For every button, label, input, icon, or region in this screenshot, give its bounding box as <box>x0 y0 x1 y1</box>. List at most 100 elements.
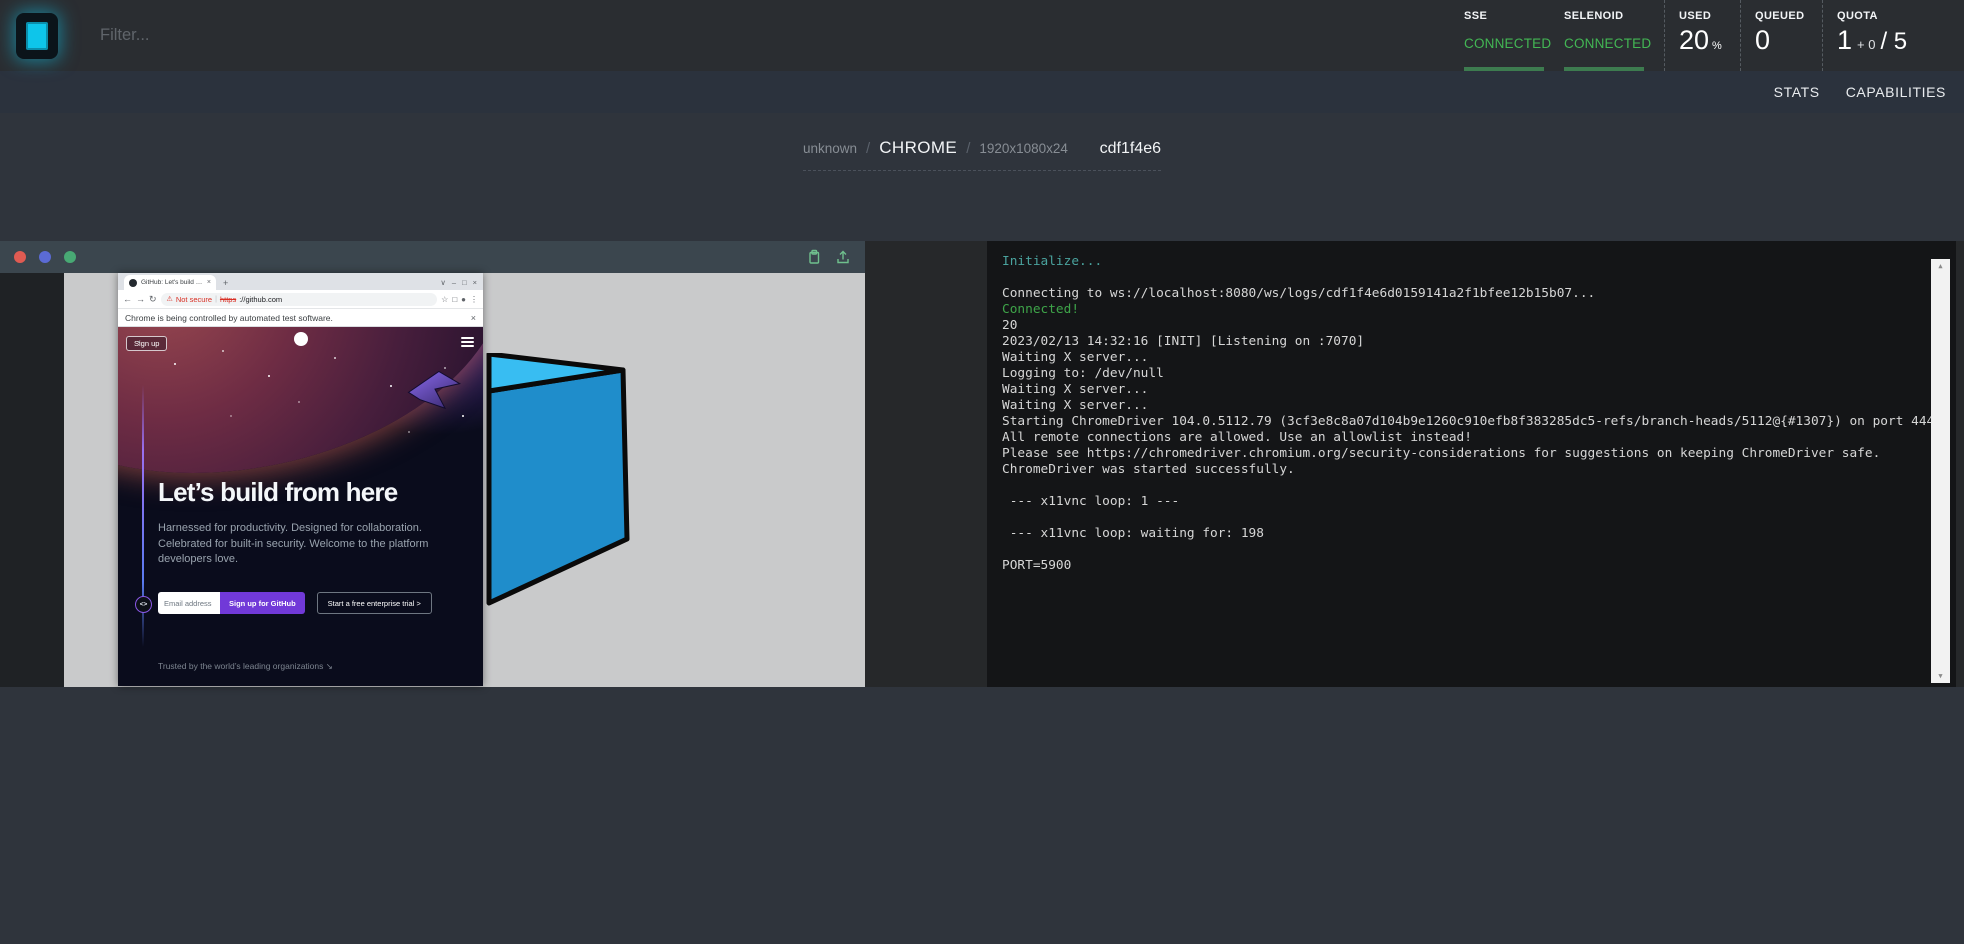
queued-value: 0 <box>1755 25 1770 56</box>
url-divider: | <box>215 296 217 303</box>
session-log-panel: Initialize... Connecting to ws://localho… <box>987 241 1956 687</box>
status-label: SSE <box>1464 10 1550 22</box>
github-favicon <box>129 279 137 287</box>
window-minimize-icon[interactable]: – <box>452 278 456 287</box>
tab-title: GitHub: Let's build from he... <box>141 279 203 286</box>
status-area: SSE CONNECTED SELENOID CONNECTED USED 20… <box>1450 0 1950 71</box>
log-line: Please see https://chromedriver.chromium… <box>1002 446 1908 462</box>
log-line: Logging to: /dev/null <box>1002 366 1908 382</box>
log-line <box>1002 270 1908 286</box>
selenoid-connection-status: CONNECTED <box>1564 36 1664 51</box>
tab-capabilities[interactable]: CAPABILITIES <box>1846 84 1946 100</box>
github-logo[interactable] <box>294 332 308 346</box>
automation-infobar: Chrome is being controlled by automated … <box>118 309 483 327</box>
separator: / <box>866 140 870 157</box>
enterprise-trial-button[interactable]: Start a free enterprise trial > <box>317 592 432 614</box>
scroll-down-icon[interactable]: ▼ <box>1938 669 1942 683</box>
session-header[interactable]: unknown / CHROME / 1920x1080x24 cdf1f4e6 <box>803 138 1161 171</box>
log-line <box>1002 510 1908 526</box>
reload-icon[interactable]: ↻ <box>149 294 157 305</box>
sse-status-underline <box>1464 67 1544 71</box>
new-tab-button[interactable]: + <box>223 278 228 288</box>
log-scrollbar[interactable]: ▲ ▼ <box>1931 259 1950 683</box>
quota-pending: + 0 <box>1857 37 1875 52</box>
scroll-up-icon[interactable]: ▲ <box>1938 259 1942 273</box>
status-selenoid: SELENOID CONNECTED <box>1550 0 1664 71</box>
tab-switcher-icon[interactable]: □ <box>452 295 457 304</box>
hero-tagline: Harnessed for productivity. Designed for… <box>158 521 460 568</box>
github-page: Sign up Let’s build from here Harnessed … <box>118 327 483 686</box>
log-line: All remote connections are allowed. Use … <box>1002 430 1908 446</box>
status-quota: QUOTA 1 + 0 / 5 <box>1822 0 1950 71</box>
hamburger-menu-icon[interactable] <box>461 337 474 347</box>
infobar-message: Chrome is being controlled by automated … <box>125 313 333 323</box>
copy-clipboard-icon[interactable] <box>806 249 822 265</box>
signup-chip[interactable]: Sign up <box>126 336 167 351</box>
status-label: USED <box>1679 10 1740 22</box>
view-navbar: STATS CAPABILITIES <box>0 71 1964 113</box>
session-id: cdf1f4e6 <box>1100 140 1161 158</box>
not-secure-label: Not secure <box>176 295 212 304</box>
not-secure-warning-icon: ⚠ <box>167 295 173 303</box>
status-used: USED 20 % <box>1664 0 1740 71</box>
status-label: SELENOID <box>1564 10 1664 22</box>
log-lines: Initialize... Connecting to ws://localho… <box>1002 254 1908 574</box>
hero-headline: Let’s build from here <box>158 477 397 507</box>
vnc-titlebar <box>0 241 865 273</box>
log-line: Waiting X server... <box>1002 382 1908 398</box>
session-resolution: 1920x1080x24 <box>979 141 1068 156</box>
separator: / <box>966 140 970 157</box>
log-line: 2023/02/13 14:32:16 [INIT] [Listening on… <box>1002 334 1908 350</box>
logo-square-icon <box>26 22 48 50</box>
email-input[interactable] <box>158 592 220 614</box>
url-scheme-struck: https <box>220 295 236 304</box>
selenoid-ui-app: SSE CONNECTED SELENOID CONNECTED USED 20… <box>0 0 1964 944</box>
address-bar[interactable]: ⚠ Not secure | https ://github.com <box>161 293 438 306</box>
log-line: Connected! <box>1002 302 1908 318</box>
spaceship-graphic <box>405 366 463 411</box>
tab-stats[interactable]: STATS <box>1774 84 1820 100</box>
used-percent-value: 20 <box>1679 25 1709 56</box>
app-logo[interactable] <box>16 13 58 59</box>
infobar-close-icon[interactable]: × <box>471 313 476 323</box>
browser-toolbar: ← → ↻ ⚠ Not secure | https ://github.com… <box>118 290 483 309</box>
sse-connection-status: CONNECTED <box>1464 36 1550 51</box>
bookmark-star-icon[interactable]: ☆ <box>441 295 448 304</box>
status-queued: QUEUED 0 <box>1740 0 1822 71</box>
browser-tab-strip: GitHub: Let's build from he... × + ∨ – □… <box>118 273 483 290</box>
topbar: SSE CONNECTED SELENOID CONNECTED USED 20… <box>0 0 1964 71</box>
profile-avatar-icon[interactable]: ● <box>461 295 466 304</box>
log-line: PORT=5900 <box>1002 558 1908 574</box>
open-fullscreen-icon[interactable] <box>835 249 851 265</box>
window-close-icon[interactable]: × <box>473 278 477 287</box>
vnc-screen[interactable]: GitHub: Let's build from he... × + ∨ – □… <box>0 273 865 687</box>
trusted-text: Trusted by the world’s leading organizat… <box>158 661 333 672</box>
forward-icon[interactable]: → <box>136 294 145 304</box>
quota-total: / 5 <box>1880 28 1907 56</box>
session-name: unknown <box>803 141 857 156</box>
used-percent-unit: % <box>1712 40 1722 52</box>
status-label: QUOTA <box>1837 10 1950 22</box>
tab-menu-caret-icon[interactable]: ∨ <box>440 278 446 287</box>
tab-close-icon[interactable]: × <box>207 279 211 286</box>
log-line: Waiting X server... <box>1002 350 1908 366</box>
signup-button[interactable]: Sign up for GitHub <box>220 592 305 614</box>
log-line: Starting ChromeDriver 104.0.5112.79 (3cf… <box>1002 414 1908 430</box>
remote-browser-window: GitHub: Let's build from he... × + ∨ – □… <box>118 273 483 686</box>
log-line: 20 <box>1002 318 1908 334</box>
log-line: --- x11vnc loop: 1 --- <box>1002 494 1908 510</box>
kebab-menu-icon[interactable]: ⋮ <box>470 295 478 304</box>
browser-tab[interactable]: GitHub: Let's build from he... × <box>124 275 216 290</box>
log-line: ChromeDriver was started successfully. <box>1002 462 1908 478</box>
window-maximize-icon[interactable]: □ <box>462 278 467 287</box>
hero-cta-row: Sign up for GitHub Start a free enterpri… <box>158 592 432 614</box>
filter-input[interactable] <box>98 25 522 46</box>
log-line: Waiting X server... <box>1002 398 1908 414</box>
window-minimize-dot[interactable] <box>39 251 51 263</box>
back-icon[interactable]: ← <box>123 294 132 304</box>
remote-desktop: GitHub: Let's build from he... × + ∨ – □… <box>64 273 865 687</box>
status-label: QUEUED <box>1755 10 1822 22</box>
window-close-dot[interactable] <box>14 251 26 263</box>
selenoid-status-underline <box>1564 67 1644 71</box>
window-maximize-dot[interactable] <box>64 251 76 263</box>
